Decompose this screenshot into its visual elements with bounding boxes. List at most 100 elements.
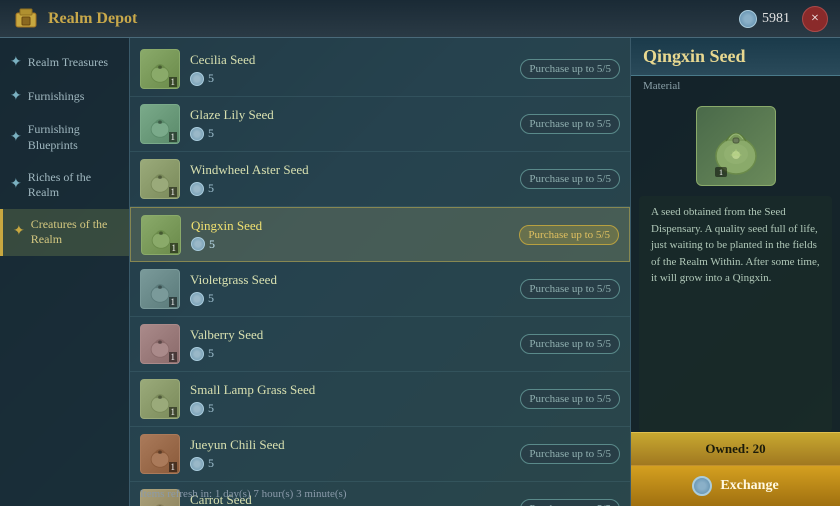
exchange-button[interactable]: Exchange — [631, 465, 840, 506]
sidebar-item-label: Realm Treasures — [28, 55, 108, 71]
cost-value: 5 — [208, 181, 214, 196]
detail-image: 1 — [696, 106, 776, 186]
star-icon: ✦ — [10, 129, 22, 147]
sidebar-item-riches-of-the-realm[interactable]: ✦Riches of the Realm — [0, 162, 129, 209]
star-icon: ✦ — [10, 54, 22, 72]
cost-value: 5 — [209, 237, 215, 252]
item-info: Violetgrass Seed 5 — [190, 272, 520, 306]
item-info: Qingxin Seed 5 — [191, 218, 519, 252]
item-name: Small Lamp Grass Seed — [190, 382, 520, 398]
sidebar-item-creatures-of-the-realm[interactable]: ✦Creatures of the Realm — [0, 209, 129, 256]
item-cost: 5 — [190, 401, 520, 416]
currency-icon — [739, 10, 757, 28]
item-cost: 5 — [190, 71, 520, 86]
coin-icon — [190, 292, 204, 306]
star-icon: ✦ — [10, 88, 22, 106]
coin-icon — [190, 182, 204, 196]
item-name: Qingxin Seed — [191, 218, 519, 234]
item-info: Valberry Seed 5 — [190, 327, 520, 361]
depot-icon — [12, 5, 40, 33]
item-info: Cecilia Seed 5 — [190, 52, 520, 86]
item-cost: 5 — [190, 456, 520, 471]
header: Realm Depot 5981 × — [0, 0, 840, 38]
detail-subtitle: Material — [631, 76, 840, 96]
cost-value: 5 — [208, 401, 214, 416]
sidebar-item-realm-treasures[interactable]: ✦ Realm Treasures — [0, 46, 129, 80]
item-info: Jueyun Chili Seed 5 — [190, 437, 520, 471]
items-panel[interactable]: 1 Cecilia Seed 5 Purchase up to 5/5 1 Glaz… — [130, 38, 630, 506]
coin-icon — [191, 237, 205, 251]
purchase-button[interactable]: Purchase up to 5/5 — [520, 279, 620, 299]
coin-icon — [190, 457, 204, 471]
purchase-button[interactable]: Purchase up to 5/5 — [520, 169, 620, 189]
item-thumbnail: 1 — [140, 104, 180, 144]
item-row[interactable]: 1 Qingxin Seed 5 Purchase up to 5/5 — [130, 207, 630, 262]
item-name: Jueyun Chili Seed — [190, 437, 520, 453]
purchase-button[interactable]: Purchase up to 5/5 — [520, 444, 620, 464]
cost-value: 5 — [208, 126, 214, 141]
items-list: 1 Cecilia Seed 5 Purchase up to 5/5 1 Glaz… — [130, 38, 630, 506]
item-cost: 5 — [190, 346, 520, 361]
sidebar-item-label: Furnishings — [28, 89, 85, 105]
purchase-button[interactable]: Purchase up to 5/5 — [520, 389, 620, 409]
item-thumbnail: 1 — [140, 159, 180, 199]
coin-icon — [190, 127, 204, 141]
detail-image-area: 1 — [631, 96, 840, 196]
svg-text:1: 1 — [719, 168, 723, 177]
sidebar-item-label: Furnishing Blueprints — [28, 122, 119, 153]
purchase-button[interactable]: Purchase up to 5/5 — [520, 334, 620, 354]
item-cost: 5 — [191, 237, 519, 252]
item-info: Small Lamp Grass Seed 5 — [190, 382, 520, 416]
item-row[interactable]: 1 Violetgrass Seed 5 Purchase up to 5/5 — [130, 262, 630, 317]
coin-icon — [190, 72, 204, 86]
item-name: Cecilia Seed — [190, 52, 520, 68]
item-thumbnail: 1 — [140, 49, 180, 89]
sidebar-item-furnishing-blueprints[interactable]: ✦ Furnishing Blueprints — [0, 114, 129, 161]
currency-display: 5981 — [739, 10, 790, 28]
detail-description: A seed obtained from the Seed Dispensary… — [639, 196, 832, 432]
coin-icon — [190, 347, 204, 361]
exchange-icon — [692, 476, 712, 496]
purchase-button[interactable]: Purchase up to 5/5 — [520, 114, 620, 134]
cost-value: 5 — [208, 456, 214, 471]
item-name: Valberry Seed — [190, 327, 520, 343]
purchase-button[interactable]: Purchase up to 5/5 — [520, 59, 620, 79]
item-info: Glaze Lily Seed 5 — [190, 107, 520, 141]
cost-value: 5 — [208, 346, 214, 361]
sidebar-item-furnishings[interactable]: ✦ Furnishings — [0, 80, 129, 114]
currency-amount: 5981 — [762, 11, 790, 27]
sidebar: ✦ Realm Treasures ✦ Furnishings ✦ Furnishing … — [0, 38, 130, 506]
purchase-button[interactable]: Purchase up to 5/5 — [520, 499, 620, 506]
item-thumbnail: 1 — [140, 324, 180, 364]
item-name: Glaze Lily Seed — [190, 107, 520, 123]
item-info: Windwheel Aster Seed 5 — [190, 162, 520, 196]
detail-owned: Owned: 20 — [631, 432, 840, 465]
purchase-button[interactable]: Purchase up to 5/5 — [519, 225, 619, 245]
item-row[interactable]: 1 Windwheel Aster Seed 5 Purchase up to 5/… — [130, 152, 630, 207]
item-row[interactable]: 1 Valberry Seed 5 Purchase up to 5/5 — [130, 317, 630, 372]
detail-title: Qingxin Seed — [631, 38, 840, 76]
item-thumbnail: 1 — [140, 379, 180, 419]
header-title: Realm Depot — [48, 10, 739, 28]
cost-value: 5 — [208, 71, 214, 86]
item-thumbnail: 1 — [140, 434, 180, 474]
refresh-timer: Items refresh in: 1 day(s) 7 hour(s) 3 m… — [140, 488, 347, 500]
detail-panel: Qingxin Seed Material — [630, 38, 840, 506]
item-row[interactable]: 1 Glaze Lily Seed 5 Purchase up to 5/5 — [130, 97, 630, 152]
main-content: ✦ Realm Treasures ✦ Furnishings ✦ Furnishing … — [0, 38, 840, 506]
star-icon: ✦ — [13, 223, 25, 241]
item-name: Violetgrass Seed — [190, 272, 520, 288]
item-row[interactable]: 1 Jueyun Chili Seed 5 Purchase up to 5/5 — [130, 427, 630, 482]
star-icon: ✦ — [10, 176, 22, 194]
item-row[interactable]: 1 Small Lamp Grass Seed 5 Purchase up to 5… — [130, 372, 630, 427]
item-cost: 5 — [190, 291, 520, 306]
item-name: Windwheel Aster Seed — [190, 162, 520, 178]
close-button[interactable]: × — [802, 6, 828, 32]
item-cost: 5 — [190, 126, 520, 141]
item-row[interactable]: 1 Cecilia Seed 5 Purchase up to 5/5 — [130, 42, 630, 97]
item-thumbnail: 1 — [140, 269, 180, 309]
exchange-label: Exchange — [720, 478, 778, 494]
cost-value: 5 — [208, 291, 214, 306]
item-thumbnail: 1 — [141, 215, 181, 255]
item-cost: 5 — [190, 181, 520, 196]
